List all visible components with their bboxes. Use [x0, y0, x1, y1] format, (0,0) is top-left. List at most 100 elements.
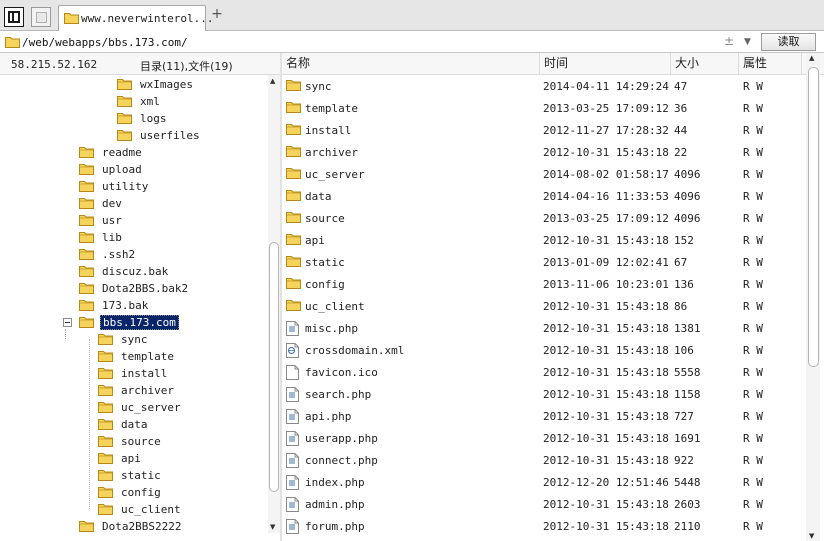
- tree-item-label: xml: [140, 95, 160, 108]
- tree-item-label: dev: [102, 197, 122, 210]
- file-attributes: R W: [743, 476, 763, 489]
- file-row[interactable]: admin.php 2012-10-31 15:43:18 2603 R W: [282, 493, 806, 515]
- file-size: 36: [674, 102, 688, 115]
- file-row[interactable]: userapp.php 2012-10-31 15:43:18 1691 R W: [282, 427, 806, 449]
- file-size: 152: [674, 234, 694, 247]
- path-input[interactable]: [22, 34, 722, 50]
- file-size: 2603: [674, 498, 701, 511]
- tree-item[interactable]: .ssh2: [79, 246, 260, 263]
- file-row[interactable]: template 2013-03-25 17:09:12 36 R W: [282, 97, 806, 119]
- folder-icon: [79, 147, 94, 158]
- tree-item[interactable]: sync: [98, 331, 260, 348]
- file-row[interactable]: search.php 2012-10-31 15:43:18 1158 R W: [282, 383, 806, 405]
- column-name-header[interactable]: 名称: [282, 53, 540, 75]
- file-time: 2012-10-31 15:43:18: [543, 520, 669, 533]
- tree-item[interactable]: Dota2BBS.bak2: [79, 280, 260, 297]
- column-size-header[interactable]: 大小: [671, 53, 739, 75]
- file-row[interactable]: api 2012-10-31 15:43:18 152 R W: [282, 229, 806, 251]
- file-name: search.php: [305, 388, 372, 401]
- folder-icon: [98, 419, 113, 430]
- tree-item[interactable]: dev: [79, 195, 260, 212]
- tree-item[interactable]: userfiles: [117, 127, 260, 144]
- scroll-up-icon[interactable]: ▲: [270, 77, 275, 85]
- tree-item-label: uc_client: [121, 503, 181, 516]
- folder-icon: [98, 436, 113, 447]
- file-attributes: R W: [743, 212, 763, 225]
- tree-item[interactable]: uc_server: [98, 399, 260, 416]
- file-row[interactable]: index.php 2012-12-20 12:51:46 5448 R W: [282, 471, 806, 493]
- file-name: favicon.ico: [305, 366, 378, 379]
- file-row[interactable]: sync 2014-04-11 14:29:24 47 R W: [282, 75, 806, 97]
- tree-item[interactable]: uc_client: [98, 501, 260, 518]
- file-list-scroll-thumb[interactable]: [808, 67, 819, 367]
- file-row[interactable]: connect.php 2012-10-31 15:43:18 922 R W: [282, 449, 806, 471]
- plus-minus-icon[interactable]: ±: [724, 34, 734, 48]
- tree-item[interactable]: lib: [79, 229, 260, 246]
- file-row[interactable]: api.php 2012-10-31 15:43:18 727 R W: [282, 405, 806, 427]
- tree-item[interactable]: Dota2BBS2222: [79, 518, 260, 535]
- file-row[interactable]: config 2013-11-06 10:23:01 136 R W: [282, 273, 806, 295]
- toggle-panel-button[interactable]: [4, 7, 24, 27]
- file-attributes: R W: [743, 300, 763, 313]
- file-row[interactable]: uc_server 2014-08-02 01:58:17 4096 R W: [282, 163, 806, 185]
- tree-item[interactable]: xml: [117, 93, 260, 110]
- folder-icon: [286, 234, 301, 245]
- file-name: userapp.php: [305, 432, 378, 445]
- file-row[interactable]: misc.php 2012-10-31 15:43:18 1381 R W: [282, 317, 806, 339]
- column-attr-header[interactable]: 属性: [739, 53, 802, 75]
- tree-item[interactable]: archiver: [98, 382, 260, 399]
- tree-item[interactable]: template: [98, 348, 260, 365]
- file-row[interactable]: install 2012-11-27 17:28:32 44 R W: [282, 119, 806, 141]
- tree-item[interactable]: discuz.bak: [79, 263, 260, 280]
- file-row[interactable]: static 2013-01-09 12:02:41 67 R W: [282, 251, 806, 273]
- file-list-scrollbar[interactable]: ▲ ▼: [806, 53, 820, 541]
- folder-icon-wrap: [286, 211, 301, 226]
- folder-icon: [79, 215, 94, 226]
- file-size: 47: [674, 80, 688, 93]
- tree-item[interactable]: config: [98, 484, 260, 501]
- column-time-header[interactable]: 时间: [540, 53, 671, 75]
- tree-item[interactable]: 173.bak: [79, 297, 260, 314]
- tree-item[interactable]: upload: [79, 161, 260, 178]
- tree-item[interactable]: bbs.173.com: [63, 314, 260, 331]
- tree-item[interactable]: source: [98, 433, 260, 450]
- file-row[interactable]: archiver 2012-10-31 15:43:18 22 R W: [282, 141, 806, 163]
- file-row[interactable]: uc_client 2012-10-31 15:43:18 86 R W: [282, 295, 806, 317]
- chevron-down-icon[interactable]: ▼: [744, 37, 751, 47]
- file-row[interactable]: data 2014-04-16 11:33:53 4096 R W: [282, 185, 806, 207]
- tree-item[interactable]: data: [98, 416, 260, 433]
- file-icon-wrap: [286, 475, 299, 493]
- tree-scrollbar[interactable]: ▲ ▼: [268, 75, 280, 533]
- tab-active[interactable]: www.neverwinterol...: [58, 5, 213, 32]
- folder-icon: [79, 521, 94, 532]
- file-row[interactable]: source 2013-03-25 17:09:12 4096 R W: [282, 207, 806, 229]
- scroll-up-icon[interactable]: ▲: [809, 54, 814, 62]
- new-tab-plus-icon[interactable]: +: [210, 7, 224, 22]
- tree-scroll-thumb[interactable]: [269, 242, 279, 492]
- blank-tab-button[interactable]: [31, 7, 51, 27]
- file-attributes: R W: [743, 234, 763, 247]
- tree-item[interactable]: utility: [79, 178, 260, 195]
- folder-icon-wrap: [286, 299, 301, 314]
- folder-icon-wrap: [286, 123, 301, 138]
- file-row[interactable]: favicon.ico 2012-10-31 15:43:18 5558 R W: [282, 361, 806, 383]
- tree-item[interactable]: api: [98, 450, 260, 467]
- read-button[interactable]: 读取: [761, 33, 816, 51]
- tree-item-label: discuz.bak: [102, 265, 169, 278]
- scroll-down-icon[interactable]: ▼: [809, 532, 814, 540]
- file-icon-wrap: [286, 321, 299, 339]
- tree-item[interactable]: logs: [117, 110, 260, 127]
- tree-item[interactable]: readme: [79, 144, 260, 161]
- folder-icon: [286, 256, 301, 267]
- tree-item[interactable]: static: [98, 467, 260, 484]
- scroll-down-icon[interactable]: ▼: [270, 523, 275, 531]
- tree-item[interactable]: install: [98, 365, 260, 382]
- file-attributes: R W: [743, 322, 763, 335]
- file-time: 2012-10-31 15:43:18: [543, 388, 669, 401]
- file-row[interactable]: crossdomain.xml 2012-10-31 15:43:18 106 R W: [282, 339, 806, 361]
- collapse-toggle-icon[interactable]: [63, 318, 72, 327]
- tree-item[interactable]: usr: [79, 212, 260, 229]
- file-row[interactable]: forum.php 2012-10-31 15:43:18 2110 R W: [282, 515, 806, 537]
- tree-item[interactable]: wxImages: [117, 76, 260, 93]
- folder-icon: [117, 113, 132, 124]
